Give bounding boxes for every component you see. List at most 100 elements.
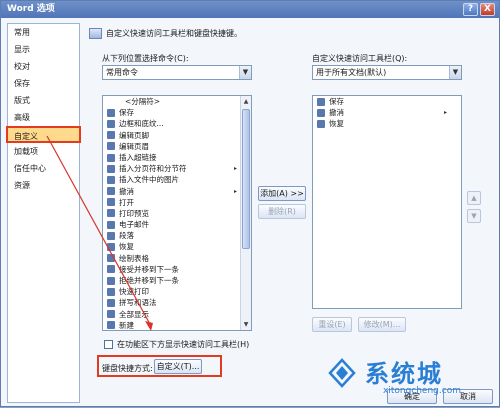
undo-icon — [107, 187, 115, 196]
section-header-text: 自定义快速访问工具栏和键盘快捷键。 — [106, 29, 242, 38]
list-item[interactable]: 绘制表格 — [103, 253, 251, 264]
header-icon — [107, 142, 115, 151]
accept-icon — [107, 265, 115, 274]
save-icon — [107, 108, 115, 117]
nav-item-2[interactable]: 校对 — [8, 58, 79, 75]
nav-item-9[interactable]: 资源 — [8, 177, 79, 194]
submenu-arrow-icon: ▸ — [233, 165, 237, 173]
customize-toolbar-value: 用于所有文档(默认) — [316, 68, 387, 77]
list-item[interactable]: 拒绝并移到下一条 — [103, 275, 251, 286]
watermark-url: xitongcheng.com — [383, 386, 461, 396]
move-down-icon[interactable]: ▼ — [467, 209, 481, 223]
show-below-ribbon-option[interactable]: 在功能区下方显示快速访问工具栏(H) — [104, 339, 249, 350]
save-icon — [317, 97, 325, 106]
list-item-label: 边框和底纹... — [119, 119, 164, 129]
nav-item-7[interactable]: 加载项 — [8, 143, 79, 160]
close-button[interactable]: X — [480, 3, 495, 16]
page-break-icon — [107, 164, 115, 173]
list-item[interactable]: 全部显示 — [103, 309, 251, 320]
nav-item-1[interactable]: 显示 — [8, 41, 79, 58]
list-item[interactable]: 插入超链接 — [103, 152, 251, 163]
nav-item-3[interactable]: 保存 — [8, 75, 79, 92]
list-item-label: 快速打印 — [119, 287, 149, 297]
list-item-label: 绘制表格 — [119, 253, 149, 263]
title-bar: Word 选项 ? X — [1, 1, 499, 18]
nav-item-5[interactable]: 高级 — [8, 109, 79, 126]
scroll-down-icon[interactable]: ▼ — [241, 319, 251, 330]
commands-scrollbar[interactable]: ▲ ▼ — [240, 96, 251, 330]
list-item[interactable]: <分隔符> — [103, 96, 251, 107]
scroll-up-icon[interactable]: ▲ — [241, 96, 251, 107]
list-item-label: 插入超链接 — [119, 152, 157, 162]
nav-item-0[interactable]: 常用 — [8, 24, 79, 41]
add-button[interactable]: 添加(A) >> — [258, 186, 306, 201]
list-item-label: 撤消 — [119, 186, 134, 196]
list-item-label: <分隔符> — [125, 97, 161, 106]
draw-table-icon — [107, 254, 115, 263]
list-item[interactable]: 恢复 — [313, 118, 461, 129]
toolbar-list[interactable]: 保存 撤消 ▸ 恢复 — [312, 95, 462, 309]
list-item-label: 保存 — [119, 108, 134, 118]
reject-icon — [107, 276, 115, 285]
modify-button[interactable]: 修改(M)... — [358, 317, 406, 332]
new-icon — [107, 321, 115, 330]
list-item[interactable]: 打印预览 — [103, 208, 251, 219]
list-item[interactable]: 撤消 ▸ — [313, 107, 461, 118]
print-preview-icon — [107, 209, 115, 218]
choose-commands-select[interactable]: 常用命令 ▼ — [102, 65, 252, 80]
list-item[interactable]: 撤消 ▸ — [103, 186, 251, 197]
open-icon — [107, 198, 115, 207]
picture-icon — [107, 175, 115, 184]
customize-toolbar-select[interactable]: 用于所有文档(默认) ▼ — [312, 65, 462, 80]
nav-item-8[interactable]: 信任中心 — [8, 160, 79, 177]
list-item[interactable]: 打开 — [103, 197, 251, 208]
list-item[interactable]: 新建 — [103, 320, 251, 330]
commands-list[interactable]: <分隔符> 保存 边框和底纹... 编辑页脚 编辑页眉 插入超链接 插入分页符和分节符 ▸ 插入… — [102, 95, 252, 331]
choose-commands-value: 常用命令 — [106, 68, 138, 77]
list-item[interactable]: 恢复 — [103, 241, 251, 252]
keyboard-shortcut-label: 键盘快捷方式: — [102, 364, 153, 373]
scroll-thumb[interactable] — [242, 109, 250, 249]
spelling-icon — [107, 298, 115, 307]
list-item-label: 电子邮件 — [119, 220, 149, 230]
hyperlink-icon — [107, 153, 115, 162]
list-item-label: 接受并移到下一条 — [119, 264, 179, 274]
chevron-down-icon[interactable]: ▼ — [239, 66, 251, 79]
list-item-label: 保存 — [329, 97, 344, 106]
list-item-label: 新建 — [119, 320, 134, 330]
list-item[interactable]: 拼写和语法 — [103, 297, 251, 308]
list-item-label: 拒绝并移到下一条 — [119, 276, 179, 285]
list-item[interactable]: 保存 — [313, 96, 461, 107]
paragraph-icon — [107, 231, 115, 240]
border-icon — [107, 119, 115, 128]
window-title: Word 选项 — [7, 4, 55, 14]
list-item[interactable]: 接受并移到下一条 — [103, 264, 251, 275]
list-item[interactable]: 插入文件中的图片 — [103, 174, 251, 185]
email-icon — [107, 220, 115, 229]
list-item[interactable]: 保存 — [103, 107, 251, 118]
list-item-label: 插入分页符和分节符 — [119, 164, 187, 174]
list-item[interactable]: 快速打印 — [103, 286, 251, 297]
list-item-label: 打印预览 — [119, 208, 149, 218]
list-item[interactable]: 编辑页脚 — [103, 130, 251, 141]
submenu-arrow-icon: ▸ — [233, 187, 237, 195]
nav-item-4[interactable]: 版式 — [8, 92, 79, 109]
move-up-icon[interactable]: ▲ — [467, 191, 481, 205]
chevron-down-icon[interactable]: ▼ — [449, 66, 461, 79]
help-button[interactable]: ? — [463, 3, 478, 16]
list-item-label: 恢复 — [119, 242, 134, 252]
choose-commands-label: 从下列位置选择命令(C): — [102, 54, 189, 63]
list-item[interactable]: 插入分页符和分节符 ▸ — [103, 163, 251, 174]
reset-button[interactable]: 重设(E) — [312, 317, 352, 332]
nav-item-6[interactable]: 自定义 — [6, 126, 81, 143]
customize-keyboard-button[interactable]: 自定义(T)... — [154, 359, 202, 374]
list-item[interactable]: 边框和底纹... — [103, 118, 251, 129]
watermark-logo: 系统城 xitongcheng.com — [325, 354, 495, 402]
list-item[interactable]: 电子邮件 — [103, 219, 251, 230]
remove-button[interactable]: 删除(R) — [258, 204, 306, 219]
list-item[interactable]: 段落 — [103, 230, 251, 241]
list-item-label: 恢复 — [329, 119, 344, 129]
list-item[interactable]: 编辑页眉 — [103, 141, 251, 152]
show-below-ribbon-checkbox[interactable] — [104, 340, 113, 349]
customize-toolbar-label: 自定义快速访问工具栏(Q): — [312, 54, 408, 63]
